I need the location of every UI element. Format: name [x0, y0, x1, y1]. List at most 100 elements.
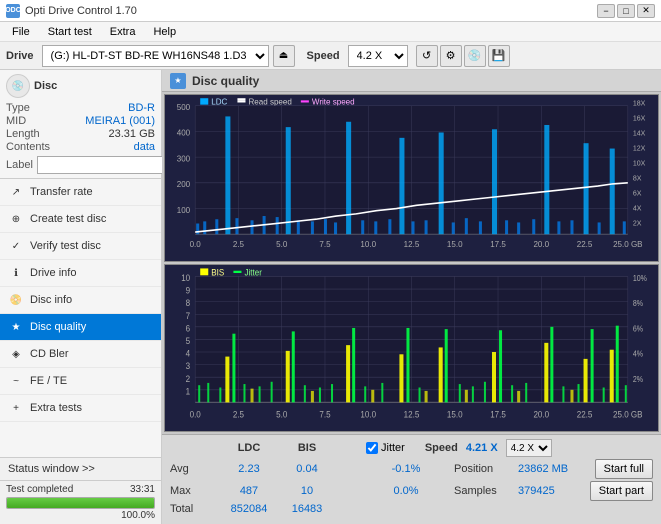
menu-help[interactable]: Help: [145, 25, 184, 39]
contents-label: Contents: [6, 141, 50, 153]
maximize-button[interactable]: □: [617, 4, 635, 18]
ldc-header: LDC: [220, 442, 278, 454]
drive-select[interactable]: (G:) HL-DT-ST BD-RE WH16NS48 1.D3: [42, 45, 269, 67]
label-label: Label: [6, 159, 33, 171]
close-button[interactable]: ✕: [637, 4, 655, 18]
svg-text:4%: 4%: [633, 349, 643, 359]
jitter-checkbox[interactable]: [366, 442, 378, 454]
sidebar-item-disc-quality[interactable]: ★ Disc quality: [0, 314, 161, 341]
drive-info-icon: ℹ: [8, 265, 24, 281]
disc-mid-row: MID MEIRA1 (001): [6, 115, 155, 127]
svg-text:15.0: 15.0: [447, 409, 463, 420]
disc-length-row: Length 23.31 GB: [6, 128, 155, 140]
svg-text:22.5: 22.5: [577, 409, 593, 420]
svg-text:1: 1: [186, 386, 191, 397]
stats-bar: LDC BIS Jitter Speed 4.21 X 4.2 X Avg: [162, 434, 661, 524]
svg-text:0.0: 0.0: [190, 409, 201, 420]
bis-jitter-chart-svg: BIS Jitter: [165, 265, 658, 431]
menu-bar: File Start test Extra Help: [0, 22, 661, 42]
svg-text:5.0: 5.0: [276, 239, 288, 249]
sidebar-menu: ↗ Transfer rate ⊕ Create test disc ✓ Ver…: [0, 179, 161, 457]
svg-text:15.0: 15.0: [447, 239, 463, 249]
total-bis: 16483: [278, 503, 336, 515]
svg-text:12.5: 12.5: [404, 239, 420, 249]
start-part-button[interactable]: Start part: [590, 481, 653, 501]
sidebar-item-drive-info[interactable]: ℹ Drive info: [0, 260, 161, 287]
sidebar-create-test-disc-label: Create test disc: [30, 213, 106, 225]
ldc-chart-svg: LDC Read speed Write speed: [165, 95, 658, 261]
sidebar-item-disc-info[interactable]: 📀 Disc info: [0, 287, 161, 314]
status-completed-text: Test completed: [6, 484, 73, 495]
type-label: Type: [6, 102, 30, 114]
title-bar: ODC Opti Drive Control 1.70 − □ ✕: [0, 0, 661, 22]
speed-value: 4.21 X: [466, 442, 498, 454]
progress-percent: 100.0%: [6, 510, 155, 521]
quality-panel-icon: ★: [170, 73, 186, 89]
stats-avg-row: Avg 2.23 0.04 -0.1% Position 23862 MB St…: [170, 459, 653, 479]
svg-text:22.5: 22.5: [577, 239, 593, 249]
eject-button[interactable]: ⏏: [273, 45, 295, 67]
sidebar-disc-info-label: Disc info: [30, 294, 72, 306]
status-section: Status window >> Test completed 33:31 10…: [0, 457, 161, 524]
status-window-button[interactable]: Status window >>: [0, 458, 161, 481]
speed-select-container: 4.2 X: [506, 439, 552, 457]
sidebar-extra-tests-label: Extra tests: [30, 402, 82, 414]
svg-text:20.0: 20.0: [533, 409, 549, 420]
sidebar-item-create-test-disc[interactable]: ⊕ Create test disc: [0, 206, 161, 233]
menu-extra[interactable]: Extra: [102, 25, 144, 39]
disc-header: 💿 Disc: [6, 74, 155, 98]
title-bar-left: ODC Opti Drive Control 1.70: [6, 4, 137, 18]
total-label: Total: [170, 503, 220, 515]
main-layout: 💿 Disc Type BD-R MID MEIRA1 (001) Length…: [0, 70, 661, 524]
status-text-row: Test completed 33:31: [6, 484, 155, 495]
speed-select[interactable]: 4.2 X: [348, 45, 408, 67]
stats-max-row: Max 487 10 0.0% Samples 379425 Start par…: [170, 481, 653, 501]
label-input[interactable]: [37, 156, 175, 174]
sidebar-fe-te-label: FE / TE: [30, 375, 67, 387]
jitter-checkbox-area[interactable]: Jitter: [366, 442, 405, 454]
disc-section-title: Disc: [34, 80, 57, 92]
status-window-label: Status window >>: [8, 463, 95, 475]
svg-text:0.0: 0.0: [190, 239, 202, 249]
save-button[interactable]: 💾: [488, 45, 510, 67]
start-full-button[interactable]: Start full: [595, 459, 653, 479]
sidebar-item-cd-bler[interactable]: ◈ CD Bler: [0, 341, 161, 368]
svg-text:300: 300: [177, 153, 191, 163]
menu-file[interactable]: File: [4, 25, 38, 39]
menu-start-test[interactable]: Start test: [40, 25, 100, 39]
svg-text:12X: 12X: [633, 143, 646, 152]
sidebar-item-verify-test-disc[interactable]: ✓ Verify test disc: [0, 233, 161, 260]
svg-text:10: 10: [181, 273, 190, 284]
sidebar-item-extra-tests[interactable]: + Extra tests: [0, 395, 161, 422]
svg-text:200: 200: [177, 179, 191, 189]
svg-text:6%: 6%: [633, 324, 643, 334]
quality-header: ★ Disc quality: [162, 70, 661, 92]
progress-bar-fill: [7, 498, 154, 508]
avg-label: Avg: [170, 463, 220, 475]
settings-button[interactable]: ⚙: [440, 45, 462, 67]
svg-text:2.5: 2.5: [233, 409, 244, 420]
disc-button[interactable]: 💿: [464, 45, 486, 67]
label-row: Label ✎: [6, 156, 155, 174]
avg-bis: 0.04: [278, 463, 336, 475]
start-part-container: Start part: [590, 481, 653, 501]
disc-section: 💿 Disc Type BD-R MID MEIRA1 (001) Length…: [0, 70, 161, 179]
svg-text:12.5: 12.5: [404, 409, 420, 420]
sidebar-item-transfer-rate[interactable]: ↗ Transfer rate: [0, 179, 161, 206]
svg-text:2.5: 2.5: [233, 239, 245, 249]
create-test-disc-icon: ⊕: [8, 211, 24, 227]
avg-jitter: -0.1%: [366, 463, 446, 475]
sidebar-cd-bler-label: CD Bler: [30, 348, 69, 360]
ldc-chart: LDC Read speed Write speed: [164, 94, 659, 262]
stats-headers-row: LDC BIS Jitter Speed 4.21 X 4.2 X: [170, 439, 653, 457]
svg-text:6: 6: [186, 323, 191, 334]
svg-text:10.0: 10.0: [360, 239, 376, 249]
max-ldc: 487: [220, 485, 278, 497]
title-bar-controls: − □ ✕: [597, 4, 655, 18]
speed-select-stats[interactable]: 4.2 X: [506, 439, 552, 457]
disc-type-row: Type BD-R: [6, 102, 155, 114]
sidebar-item-fe-te[interactable]: ~ FE / TE: [0, 368, 161, 395]
refresh-button[interactable]: ↺: [416, 45, 438, 67]
minimize-button[interactable]: −: [597, 4, 615, 18]
svg-text:8: 8: [186, 298, 191, 309]
